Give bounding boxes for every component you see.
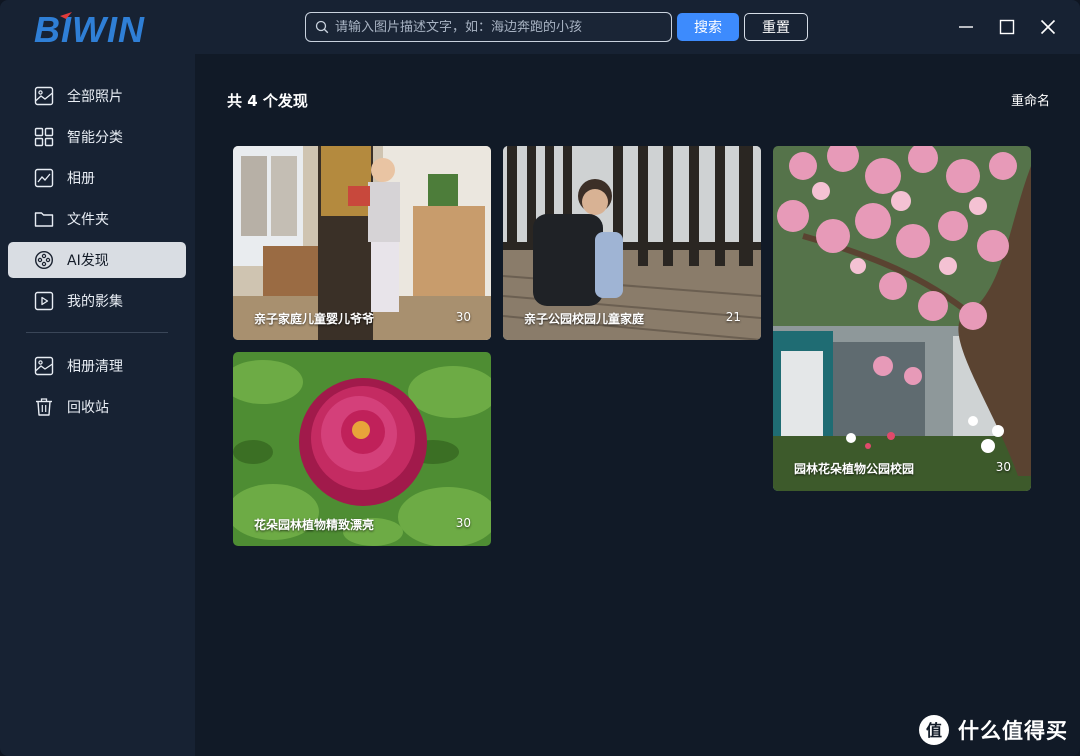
discovery-card[interactable]: 园林花朵植物公园校园 30 <box>773 146 1031 491</box>
title-bar: BIWIN 搜索 重置 <box>0 0 1080 54</box>
watermark-badge-icon: 值 <box>919 715 949 745</box>
sidebar-item-ai-discover[interactable]: AI发现 <box>8 242 186 278</box>
card-caption: 亲子家庭儿童婴儿爷爷 <box>254 312 375 326</box>
cleanup-icon <box>33 355 55 377</box>
photo-icon <box>33 85 55 107</box>
sidebar-item-label: 回收站 <box>67 400 109 416</box>
maximize-icon[interactable] <box>994 14 1020 40</box>
ai-discover-icon <box>33 249 55 271</box>
sidebar-item-album[interactable]: 相册 <box>8 160 186 196</box>
card-count: 30 <box>455 310 471 324</box>
sidebar-item-label: 相册 <box>67 171 95 187</box>
rename-button[interactable]: 重命名 <box>1011 90 1050 109</box>
card-caption: 亲子公园校园儿童家庭 <box>524 312 645 326</box>
sidebar-item-label: 我的影集 <box>67 294 123 310</box>
card-count: 30 <box>995 460 1011 474</box>
sidebar-item-smart-category[interactable]: 智能分类 <box>8 119 186 155</box>
trash-icon <box>33 396 55 418</box>
search-button[interactable]: 搜索 <box>677 13 739 41</box>
search-icon <box>315 20 329 34</box>
sidebar-item-folder[interactable]: 文件夹 <box>8 201 186 237</box>
reset-button[interactable]: 重置 <box>744 13 808 41</box>
sidebar-item-label: 文件夹 <box>67 212 109 228</box>
app-window: BIWIN 搜索 重置 全部照片 <box>0 0 1080 756</box>
main-content: 共 4 个发现 重命名 亲子家庭儿童婴儿爷爷 30 亲子公园校园儿童家庭 21 … <box>195 54 1080 756</box>
sidebar-divider <box>26 332 168 333</box>
sidebar-item-label: 全部照片 <box>67 89 123 105</box>
card-count: 30 <box>455 516 471 530</box>
sidebar-item-album-cleanup[interactable]: 相册清理 <box>8 348 186 384</box>
sidebar-item-recycle-bin[interactable]: 回收站 <box>8 389 186 425</box>
sidebar-item-all-photos[interactable]: 全部照片 <box>8 78 186 114</box>
svg-text:BIWIN: BIWIN <box>34 10 145 48</box>
discovery-card[interactable]: 亲子公园校园儿童家庭 21 <box>503 146 761 340</box>
sidebar: 全部照片 智能分类 相册 文件夹 AI发现 我的影集 相册清理 回收站 <box>0 54 195 756</box>
minimize-icon[interactable] <box>953 14 979 40</box>
watermark-text: 什么值得买 <box>958 719 1068 743</box>
card-caption: 园林花朵植物公园校园 <box>794 462 915 476</box>
card-photo <box>773 146 1031 491</box>
grid-icon <box>33 126 55 148</box>
svg-text:值: 值 <box>926 721 942 740</box>
sidebar-item-my-movies[interactable]: 我的影集 <box>8 283 186 319</box>
watermark: 值 什么值得买 <box>918 714 1068 746</box>
card-caption: 花朵园林植物精致漂亮 <box>254 518 375 532</box>
folder-icon <box>33 208 55 230</box>
album-icon <box>33 167 55 189</box>
page-title: 共 4 个发现 <box>227 92 308 110</box>
discovery-card[interactable]: 亲子家庭儿童婴儿爷爷 30 <box>233 146 491 340</box>
movie-icon <box>33 290 55 312</box>
sidebar-item-label: AI发现 <box>67 253 109 269</box>
sidebar-item-label: 智能分类 <box>67 130 123 146</box>
discovery-card[interactable]: 花朵园林植物精致漂亮 30 <box>233 352 491 546</box>
close-icon[interactable] <box>1035 14 1061 40</box>
card-count: 21 <box>725 310 741 324</box>
search-box[interactable] <box>305 12 672 42</box>
search-input[interactable] <box>335 19 671 35</box>
biwin-logo: BIWIN <box>34 10 145 48</box>
sidebar-item-label: 相册清理 <box>67 359 123 375</box>
